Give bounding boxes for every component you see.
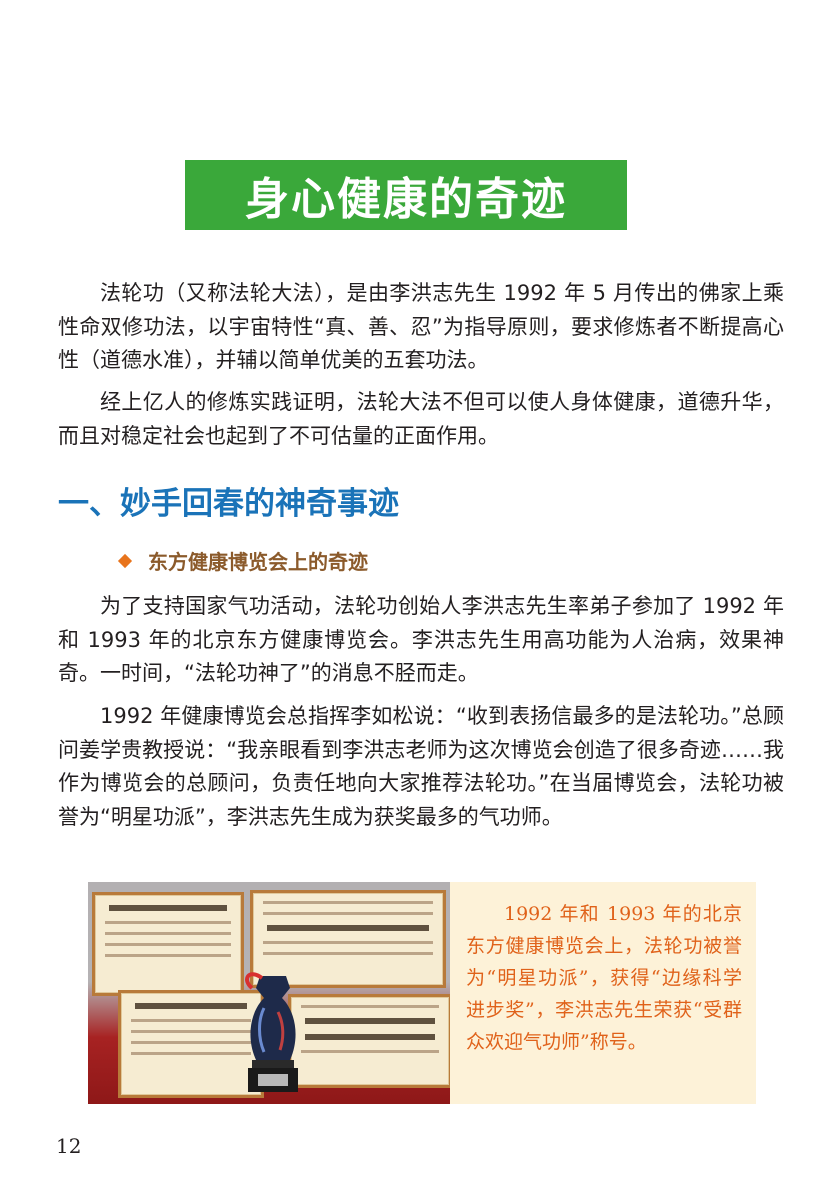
certificate-image	[92, 892, 244, 996]
subsection-heading: 东方健康博览会上的奇迹	[117, 546, 368, 575]
certificate-image	[288, 994, 450, 1088]
figure: 1992 年和 1993 年的北京东方健康博览会上，法轮功被誉为“明星功派”，获…	[88, 882, 756, 1104]
page-number: 12	[56, 1134, 82, 1158]
body-paragraph-2: 1992 年健康博览会总指挥李如松说：“收到表扬信最多的是法轮功。”总顾问姜学贵…	[58, 704, 784, 829]
figure-caption: 1992 年和 1993 年的北京东方健康博览会上，法轮功被誉为“明星功派”，获…	[466, 903, 742, 1053]
title-banner: 身心健康的奇迹	[185, 160, 627, 230]
body-paragraph-1: 为了支持国家气功活动，法轮功创始人李洪志先生率弟子参加了 1992 年和 199…	[58, 594, 784, 685]
section-heading: 一、妙手回春的神奇事迹	[58, 486, 399, 522]
intro-paragraph-2: 经上亿人的修炼实践证明，法轮大法不但可以使人身体健康，道德升华，而且对稳定社会也…	[58, 390, 784, 448]
page-title: 身心健康的奇迹	[245, 174, 567, 225]
subsection-heading-text: 东方健康博览会上的奇迹	[148, 550, 368, 574]
diamond-bullet-icon	[117, 553, 133, 568]
certificates-photo	[88, 882, 450, 1104]
intro-paragraph-1: 法轮功（又称法轮大法），是由李洪志先生 1992 年 5 月传出的佛家上乘性命双…	[58, 281, 784, 372]
trophy-icon	[245, 972, 298, 1092]
